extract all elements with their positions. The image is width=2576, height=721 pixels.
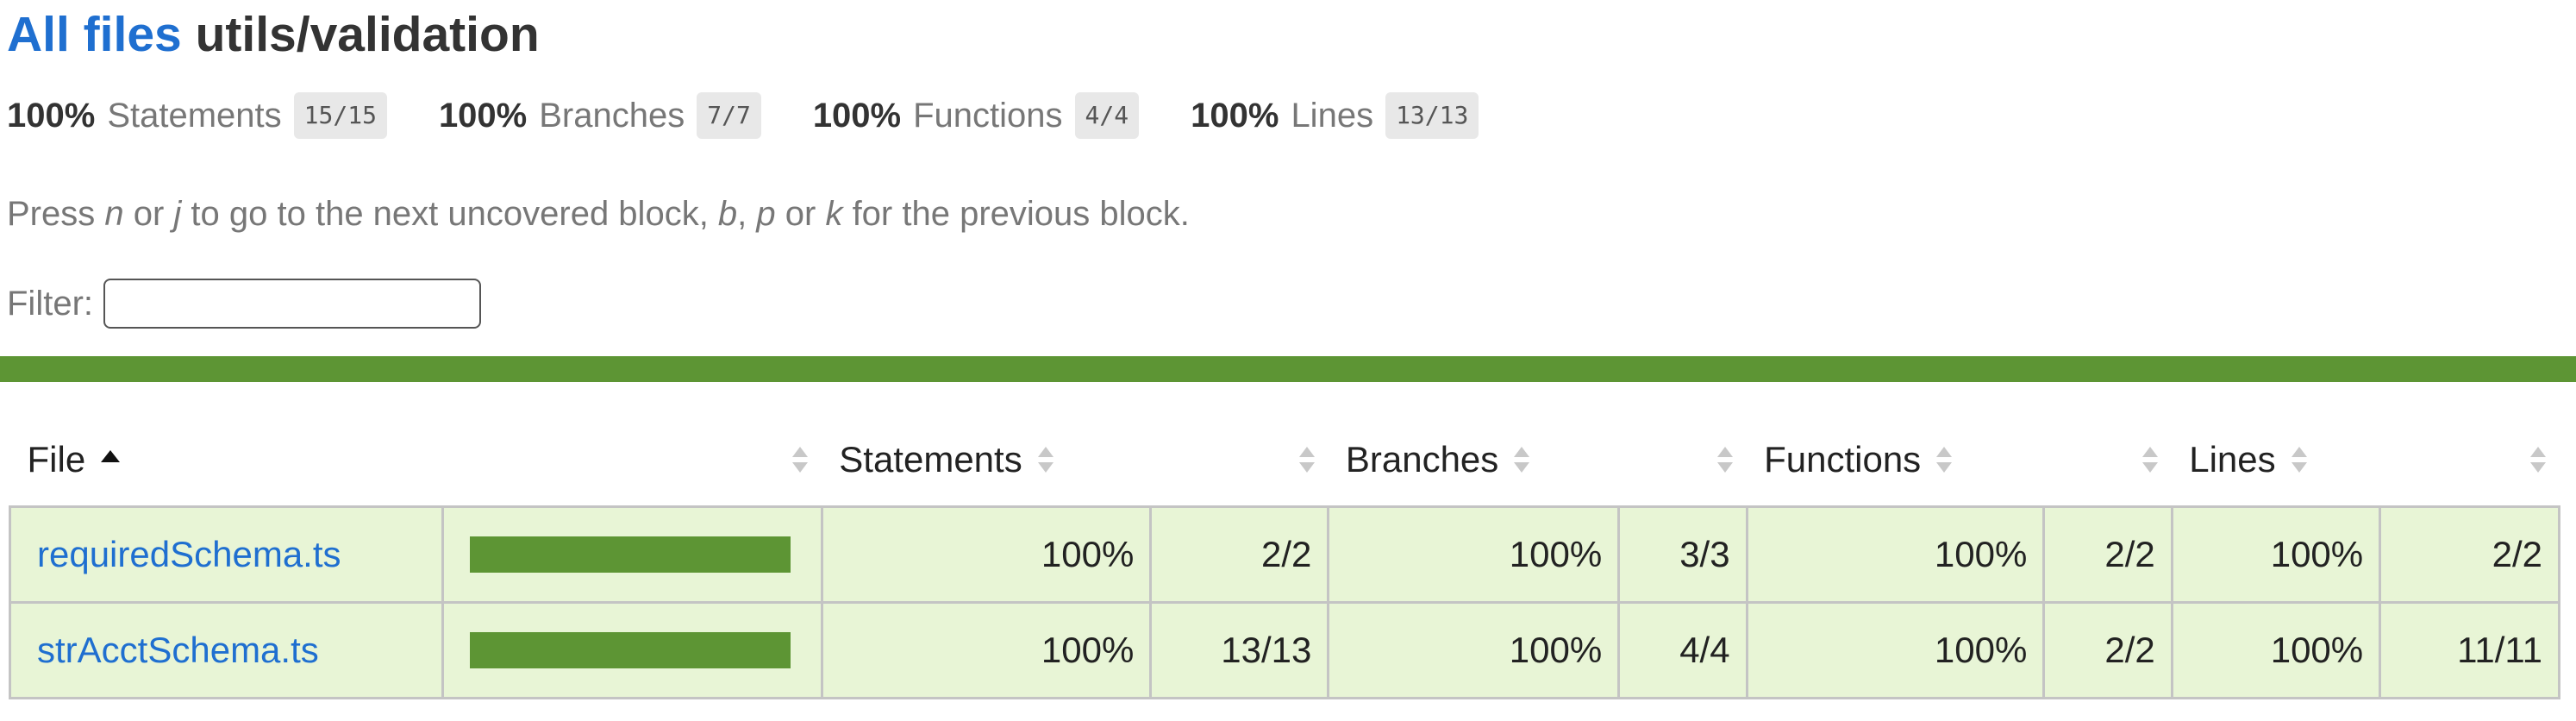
summary-fraction-badge: 4/4 — [1074, 92, 1140, 139]
summary-fraction-badge: 7/7 — [697, 92, 761, 139]
functions-pct: 100% — [1745, 505, 2046, 604]
branches-pct: 100% — [1327, 505, 1621, 604]
summary-lines: 100% Lines 13/13 — [1191, 92, 1479, 139]
lines-frac: 2/2 — [2379, 505, 2560, 604]
summary-pct: 100% — [438, 96, 528, 135]
coverage-table: File Statements Branches Functions Lines… — [9, 414, 2560, 699]
branches-pct: 100% — [1327, 601, 1621, 699]
key-hint: p — [756, 195, 776, 233]
header-statements[interactable]: Statements — [822, 414, 1151, 507]
statements-pct: 100% — [820, 505, 1153, 604]
summary-fraction-badge: 13/13 — [1385, 92, 1479, 139]
statements-frac: 2/2 — [1149, 505, 1330, 604]
filter-input[interactable] — [103, 279, 481, 329]
lines-pct: 100% — [2170, 505, 2382, 604]
summary-label: Statements — [107, 96, 282, 135]
summary-pct: 100% — [1191, 96, 1279, 135]
sort-icon — [2141, 445, 2160, 474]
keyboard-help-text: Press n or j to go to the next uncovered… — [7, 195, 1190, 233]
table-header-row: File Statements Branches Functions Lines — [10, 414, 2560, 507]
summary-pct: 100% — [812, 96, 902, 135]
header-statements-frac[interactable] — [1151, 414, 1329, 507]
sort-ascending-icon — [101, 450, 121, 462]
current-path: utils/validation — [195, 7, 540, 62]
header-lines-frac[interactable] — [2380, 414, 2560, 507]
coverage-bar — [469, 536, 791, 573]
header-branches-frac[interactable] — [1619, 414, 1747, 507]
statements-pct: 100% — [820, 601, 1153, 699]
summary-label: Lines — [1291, 96, 1374, 135]
functions-frac: 2/2 — [2042, 601, 2173, 699]
branches-frac: 4/4 — [1617, 601, 1748, 699]
file-link[interactable]: requiredSchema.ts — [37, 534, 341, 574]
header-branches[interactable]: Branches — [1329, 414, 1619, 507]
coverage-bar — [469, 632, 791, 668]
header-functions[interactable]: Functions — [1747, 414, 2044, 507]
summary-label: Branches — [539, 96, 685, 135]
sort-icon — [2529, 445, 2548, 474]
page-title: All files utils/validation — [7, 0, 540, 69]
sort-icon — [1036, 445, 1055, 474]
lines-pct: 100% — [2170, 601, 2382, 699]
table-row: strAcctSchema.ts 100% 13/13 100% 4/4 100… — [9, 601, 2560, 699]
sort-icon — [1716, 445, 1735, 474]
summary-label: Functions — [913, 96, 1063, 135]
coverage-summary: 100% Statements 15/15 100% Branches 7/7 … — [7, 89, 1530, 142]
file-cell: strAcctSchema.ts — [9, 601, 444, 699]
summary-functions: 100% Functions 4/4 — [812, 92, 1140, 139]
coverage-bar-cell — [441, 505, 823, 604]
summary-fraction-badge: 15/15 — [293, 92, 387, 139]
filter-label: Filter: — [7, 284, 93, 323]
summary-pct: 100% — [7, 96, 96, 135]
summary-branches: 100% Branches 7/7 — [439, 92, 761, 139]
key-hint: b — [717, 195, 738, 233]
key-hint: j — [173, 195, 182, 233]
file-link[interactable]: strAcctSchema.ts — [37, 630, 319, 670]
header-file-bar[interactable] — [442, 414, 822, 507]
key-hint: k — [825, 195, 843, 233]
sort-icon — [2290, 445, 2309, 474]
table-row: requiredSchema.ts 100% 2/2 100% 3/3 100%… — [9, 505, 2560, 604]
sort-icon — [1935, 445, 1954, 474]
header-file[interactable]: File — [10, 414, 443, 507]
branches-frac: 3/3 — [1617, 505, 1748, 604]
lines-frac: 11/11 — [2379, 601, 2560, 699]
key-hint: n — [104, 195, 124, 233]
file-cell: requiredSchema.ts — [9, 505, 444, 604]
all-files-link[interactable]: All files — [7, 7, 182, 62]
filter-row: Filter: — [7, 276, 481, 331]
header-lines[interactable]: Lines — [2172, 414, 2379, 507]
sort-icon — [1297, 445, 1316, 474]
sort-icon — [791, 445, 810, 474]
functions-pct: 100% — [1745, 601, 2046, 699]
coverage-bar-cell — [441, 601, 823, 699]
header-functions-frac[interactable] — [2044, 414, 2172, 507]
summary-statements: 100% Statements 15/15 — [7, 92, 387, 139]
statements-frac: 13/13 — [1149, 601, 1330, 699]
functions-frac: 2/2 — [2042, 505, 2173, 604]
sort-icon — [1512, 445, 1531, 474]
coverage-status-bar — [0, 356, 2576, 382]
